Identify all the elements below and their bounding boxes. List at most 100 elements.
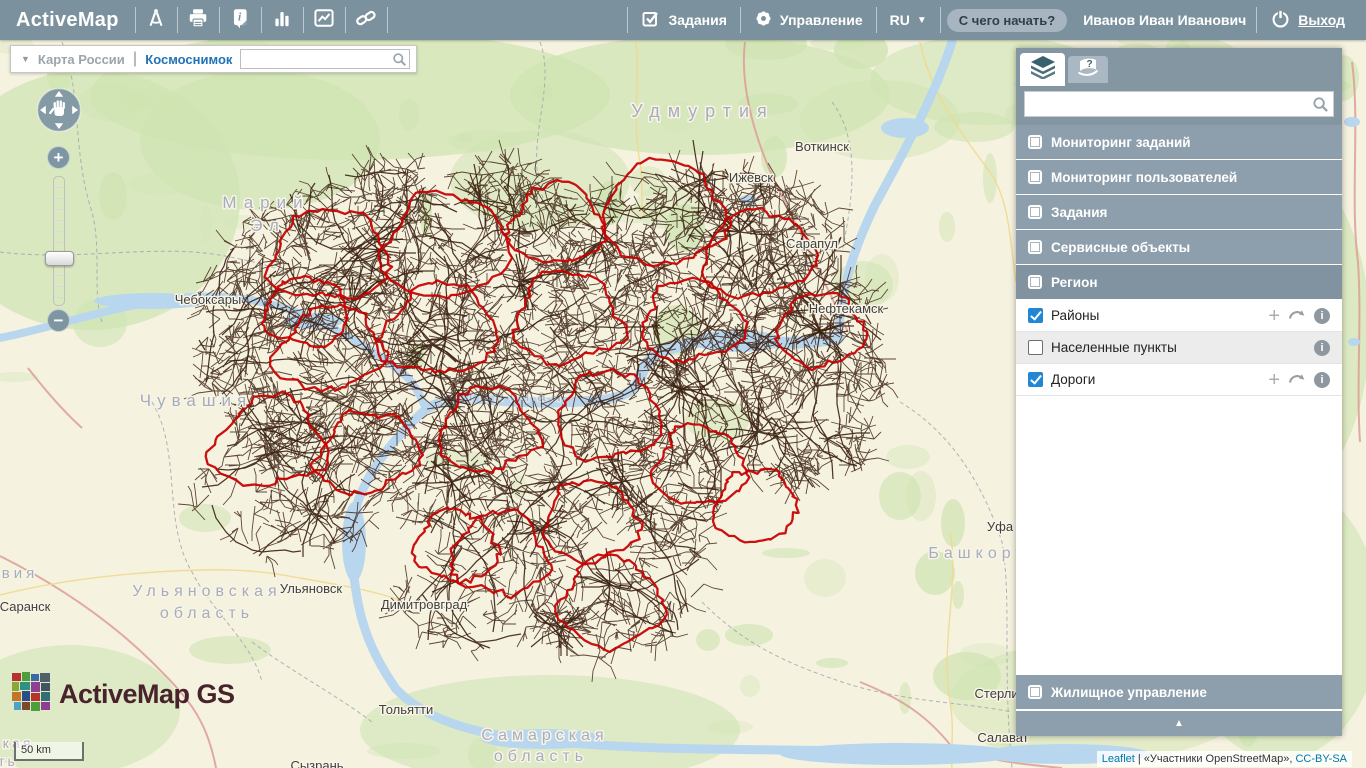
svg-text:Удмуртия: Удмуртия	[631, 101, 775, 121]
collapse-arrow-icon: ▲	[1174, 718, 1184, 729]
group-label: Задания	[1051, 205, 1107, 220]
map-search-box	[240, 49, 410, 69]
measure-button[interactable]	[136, 0, 177, 40]
svg-text:Ульяновск: Ульяновск	[280, 581, 342, 596]
chevron-down-icon: ▼	[917, 15, 927, 26]
group-checkbox[interactable]	[1028, 685, 1042, 699]
layer-search-input[interactable]	[1031, 96, 1312, 113]
group-checkbox[interactable]	[1028, 135, 1042, 149]
bar-chart-icon	[271, 7, 293, 34]
svg-text:Димитровград: Димитровград	[381, 597, 468, 612]
basemap-collapse-icon[interactable]: ▼	[21, 54, 30, 64]
sidebar-group-service-objects[interactable]: Сервисные объекты	[1016, 230, 1342, 265]
tasks-label: Задания	[668, 12, 726, 28]
sidebar-group-monitoring-tasks[interactable]: Мониторинг заданий	[1016, 125, 1342, 160]
sidebar-collapse-button[interactable]: ▲	[1016, 710, 1342, 736]
svg-text:Сарапул: Сарапул	[786, 236, 838, 251]
layer-label: Районы	[1051, 308, 1099, 323]
layer-checkbox[interactable]	[1028, 308, 1043, 323]
group-label: Мониторинг пользователей	[1051, 170, 1237, 185]
tasks-button[interactable]: Задания	[628, 0, 739, 40]
group-label: Жилищное управление	[1051, 685, 1207, 700]
admin-button[interactable]: Управление	[741, 0, 876, 40]
logout-button[interactable]: Выход	[1257, 0, 1358, 40]
sidebar-group-housing[interactable]: Жилищное управление	[1016, 675, 1342, 710]
zoom-in-button[interactable]: +	[47, 146, 70, 169]
info-icon[interactable]: i	[1314, 340, 1330, 356]
svg-text:Уфа: Уфа	[987, 519, 1014, 534]
layer-checkbox[interactable]	[1028, 340, 1043, 355]
layers-sidebar: ? Мониторинг заданий Мониторинг пользова…	[1016, 48, 1342, 736]
svg-text:Саранск: Саранск	[0, 599, 51, 614]
sidebar-spacer	[1016, 396, 1342, 675]
group-label: Регион	[1051, 275, 1098, 290]
sidebar-search-row	[1016, 86, 1342, 125]
license-link[interactable]: CC-BY-SA	[1295, 753, 1347, 765]
svg-text:область: область	[494, 748, 588, 765]
user-name[interactable]: Иванов Иван Иванович	[1073, 12, 1256, 28]
start-hint-button[interactable]: С чего начать?	[947, 9, 1067, 32]
reorder-icon[interactable]	[1288, 307, 1306, 324]
group-checkbox[interactable]	[1028, 205, 1042, 219]
svg-text:?: ?	[1086, 59, 1092, 70]
help-book-icon: ?	[1075, 56, 1101, 83]
sidebar-group-region[interactable]: Регион	[1016, 265, 1342, 300]
share-button[interactable]	[346, 0, 387, 40]
guide-button[interactable]: i	[220, 0, 261, 40]
toolbar-divider	[387, 7, 388, 33]
group-checkbox[interactable]	[1028, 240, 1042, 254]
layer-row-settlements[interactable]: Населенные пункты i	[1016, 332, 1342, 364]
printer-icon	[187, 7, 209, 34]
info-book-icon: i	[229, 7, 251, 34]
tasks-checkbox-icon	[641, 9, 661, 32]
watermark-logo-text: ActiveMap GS	[59, 679, 235, 710]
info-icon[interactable]: i	[1314, 308, 1330, 324]
svg-text:Чебоксары: Чебоксары	[175, 292, 242, 307]
layer-row-districts[interactable]: Районы + i	[1016, 300, 1342, 332]
stats-button[interactable]	[262, 0, 303, 40]
basemap-satellite-tab[interactable]: Космоснимок	[145, 52, 232, 67]
layer-label: Дороги	[1051, 372, 1095, 387]
watermark-logo: ActiveMap GS	[12, 672, 235, 717]
group-label: Мониторинг заданий	[1051, 135, 1191, 150]
language-selector[interactable]: RU ▼	[877, 0, 940, 40]
pan-control[interactable]	[36, 87, 82, 133]
app-logo: ActiveMap	[0, 9, 135, 32]
search-icon[interactable]	[1312, 96, 1329, 113]
power-icon	[1270, 8, 1291, 32]
print-button[interactable]	[178, 0, 219, 40]
sidebar-group-monitoring-users[interactable]: Мониторинг пользователей	[1016, 160, 1342, 195]
group-checkbox[interactable]	[1028, 275, 1042, 289]
svg-text:вия: вия	[2, 565, 38, 582]
sidebar-group-tasks[interactable]: Задания	[1016, 195, 1342, 230]
attribution-divider: |	[1135, 753, 1144, 765]
layer-row-roads[interactable]: Дороги + i	[1016, 364, 1342, 396]
layer-checkbox[interactable]	[1028, 372, 1043, 387]
svg-text:Сызрань: Сызрань	[290, 758, 343, 768]
group-checkbox[interactable]	[1028, 170, 1042, 184]
leaflet-link[interactable]: Leaflet	[1102, 753, 1135, 765]
basemap-map-tab[interactable]: Карта России	[38, 52, 125, 67]
top-toolbar: ActiveMap i	[0, 0, 1366, 40]
zoom-slider-handle[interactable]	[45, 251, 74, 266]
group-label: Сервисные объекты	[1051, 240, 1190, 255]
search-icon[interactable]	[392, 52, 407, 67]
tab-help[interactable]: ?	[1068, 56, 1108, 83]
link-icon	[355, 7, 377, 34]
add-icon[interactable]: +	[1268, 309, 1280, 323]
svg-text:Самарская: Самарская	[481, 727, 608, 744]
reorder-icon[interactable]	[1288, 371, 1306, 388]
svg-text:Чувашия: Чувашия	[140, 391, 252, 410]
reports-button[interactable]	[304, 0, 345, 40]
add-icon[interactable]: +	[1268, 373, 1280, 387]
zoom-slider-track[interactable]	[53, 176, 65, 306]
info-icon[interactable]: i	[1314, 372, 1330, 388]
svg-text:Ижевск: Ижевск	[729, 170, 774, 185]
tab-layers[interactable]	[1020, 53, 1065, 86]
zoom-out-button[interactable]: −	[47, 309, 70, 332]
svg-text:Тольятти: Тольятти	[379, 702, 433, 717]
svg-text:Воткинск: Воткинск	[795, 139, 849, 154]
map-search-input[interactable]	[241, 52, 392, 66]
svg-text:область: область	[160, 605, 254, 622]
line-chart-icon	[313, 7, 335, 34]
